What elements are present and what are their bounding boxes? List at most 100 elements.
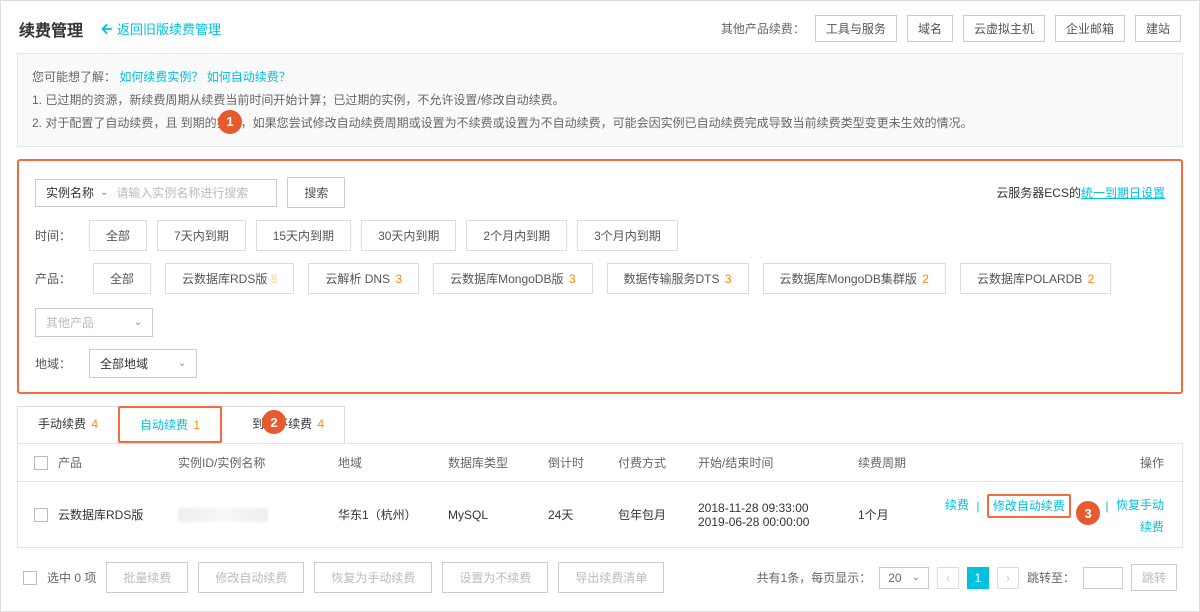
- page-header: 续费管理 返回旧版续费管理 其他产品续费： 工具与服务 域名 云虚拟主机 企业邮…: [1, 1, 1199, 53]
- cell-pay: 包年包月: [618, 506, 698, 523]
- info-line-2: 2. 对于配置了自动续费，且 到期的实例，如果您尝试修改自动续费周期或设置为不续…: [32, 112, 1168, 135]
- page-size-value: 20: [888, 571, 901, 585]
- time-filter-all[interactable]: 全部: [89, 220, 147, 251]
- region-select[interactable]: 全部地域 ⌄: [89, 349, 197, 378]
- search-type-select[interactable]: 实例名称 ⌄: [36, 184, 116, 201]
- product-filter-polardb[interactable]: 云数据库POLARDB 2: [960, 263, 1111, 294]
- time-filter-7d[interactable]: 7天内到期: [157, 220, 246, 251]
- header-right: 其他产品续费： 工具与服务 域名 云虚拟主机 企业邮箱 建站: [721, 15, 1181, 42]
- arrow-left-icon: [99, 22, 113, 36]
- pager-total: 共有1条，每页显示：: [757, 569, 872, 586]
- other-products-select[interactable]: 其他产品 ⌄: [35, 308, 153, 337]
- action-renew[interactable]: 续费: [945, 499, 969, 513]
- col-id: 实例ID/实例名称: [178, 454, 338, 471]
- chevron-down-icon: ⌄: [912, 572, 920, 583]
- table-row: 云数据库RDS版 华东1（杭州） MySQL 24天 包年包月 2018-11-…: [17, 482, 1183, 548]
- page-size-select[interactable]: 20 ⌄: [879, 567, 929, 589]
- export-list-button[interactable]: 导出续费清单: [558, 562, 664, 593]
- ecs-expire-link[interactable]: 统一到期日设置: [1081, 186, 1165, 200]
- product-filter-dts[interactable]: 数据传输服务DTS 3: [607, 263, 749, 294]
- tab-auto[interactable]: 自动续费 1: [118, 406, 222, 443]
- step-badge-3: 3: [1076, 501, 1100, 525]
- product-filter-mongodb-cluster[interactable]: 云数据库MongoDB集群版 2: [763, 263, 946, 294]
- filter-panel: 实例名称 ⌄ 搜索 云服务器ECS的统一到期日设置 时间： 全部 7天内到期 1…: [17, 159, 1183, 394]
- selected-count: 选中 0 项: [47, 569, 96, 586]
- cell-time: 2018-11-28 09:33:00 2019-06-28 00:00:00: [698, 501, 858, 529]
- ecs-link-wrap: 云服务器ECS的统一到期日设置: [996, 184, 1165, 201]
- batch-restore-manual-button[interactable]: 恢复为手动续费: [314, 562, 432, 593]
- ecs-prefix: 云服务器ECS的: [996, 186, 1081, 200]
- top-link-tools[interactable]: 工具与服务: [815, 15, 897, 42]
- top-link-mail[interactable]: 企业邮箱: [1055, 15, 1125, 42]
- row-checkbox[interactable]: [34, 508, 48, 522]
- cell-countdown: 24天: [548, 506, 618, 523]
- cell-actions: 续费 | 修改自动续费 3 | 恢复手动续费: [938, 494, 1176, 535]
- page-prev-button[interactable]: ‹: [937, 567, 959, 589]
- page-title: 续费管理: [19, 17, 83, 41]
- cell-cycle: 1个月: [858, 506, 938, 523]
- table-wrap: 产品 实例ID/实例名称 地域 数据库类型 倒计时 付费方式 开始/结束时间 续…: [17, 443, 1183, 548]
- search-wrap: 实例名称 ⌄: [35, 179, 277, 207]
- time-filter-label: 时间：: [35, 227, 79, 244]
- product-filter-label: 产品：: [35, 270, 79, 287]
- info-line-1: 1. 已过期的资源，新续费周期从续费当前时间开始计算；已过期的实例，不允许设置/…: [32, 89, 1168, 112]
- product-filter-mongodb[interactable]: 云数据库MongoDB版 3: [433, 263, 592, 294]
- page-root: 续费管理 返回旧版续费管理 其他产品续费： 工具与服务 域名 云虚拟主机 企业邮…: [0, 0, 1200, 612]
- sep-icon: |: [976, 499, 979, 513]
- back-to-old-link[interactable]: 返回旧版续费管理: [99, 19, 221, 38]
- jump-page-input[interactable]: [1083, 567, 1123, 589]
- batch-modify-auto-button[interactable]: 修改自动续费: [198, 562, 304, 593]
- back-link-label: 返回旧版续费管理: [117, 19, 221, 38]
- sep-icon: |: [1106, 499, 1109, 513]
- jump-label: 跳转至：: [1027, 569, 1075, 586]
- col-region: 地域: [338, 454, 448, 471]
- col-pay: 付费方式: [618, 454, 698, 471]
- chevron-down-icon: ⌄: [178, 358, 186, 369]
- batch-renew-button[interactable]: 批量续费: [106, 562, 188, 593]
- jump-button[interactable]: 跳转: [1131, 564, 1177, 591]
- product-filter-dns[interactable]: 云解析 DNS 3: [308, 263, 419, 294]
- col-countdown: 倒计时: [548, 454, 618, 471]
- action-modify-auto[interactable]: 修改自动续费: [987, 494, 1071, 518]
- time-filter-30d[interactable]: 30天内到期: [361, 220, 456, 251]
- page-next-button[interactable]: ›: [997, 567, 1019, 589]
- col-product: 产品: [58, 454, 178, 471]
- cell-id: [178, 508, 338, 522]
- chevron-down-icon: ⌄: [134, 317, 142, 328]
- col-time: 开始/结束时间: [698, 454, 858, 471]
- region-value: 全部地域: [100, 355, 148, 372]
- cell-region: 华东1（杭州）: [338, 506, 448, 523]
- cell-end: 2019-06-28 00:00:00: [698, 515, 858, 529]
- other-products-label: 其他产品续费：: [721, 20, 805, 37]
- cell-product: 云数据库RDS版: [58, 506, 178, 523]
- col-cycle: 续费周期: [858, 454, 938, 471]
- time-filter-3m[interactable]: 3个月内到期: [577, 220, 678, 251]
- info-link-how-renew[interactable]: 如何续费实例？: [119, 70, 203, 84]
- action-restore-manual[interactable]: 恢复手动续费: [1116, 499, 1164, 535]
- info-box: 您可能想了解： 如何续费实例？ 如何自动续费？ 1. 已过期的资源，新续费周期从…: [17, 53, 1183, 147]
- search-input[interactable]: [116, 186, 276, 200]
- col-action: 操作: [938, 454, 1176, 471]
- select-all-checkbox[interactable]: [34, 456, 48, 470]
- table-footer: 选中 0 项 批量续费 修改自动续费 恢复为手动续费 设置为不续费 导出续费清单…: [17, 548, 1183, 607]
- info-link-how-auto[interactable]: 如何自动续费？: [207, 70, 291, 84]
- info-prefix: 您可能想了解：: [32, 70, 116, 84]
- chevron-down-icon: ⌄: [100, 187, 108, 198]
- top-link-vhost[interactable]: 云虚拟主机: [963, 15, 1045, 42]
- pager: 共有1条，每页显示： 20 ⌄ ‹ 1 › 跳转至： 跳转: [757, 564, 1177, 591]
- batch-set-norenew-button[interactable]: 设置为不续费: [442, 562, 548, 593]
- time-filter-15d[interactable]: 15天内到期: [256, 220, 351, 251]
- top-link-domain[interactable]: 域名: [907, 15, 953, 42]
- search-type-label: 实例名称: [46, 184, 94, 201]
- redacted-id: [178, 508, 268, 522]
- search-button[interactable]: 搜索: [287, 177, 345, 208]
- tab-manual[interactable]: 手动续费 4: [17, 406, 119, 443]
- time-filter-2m[interactable]: 2个月内到期: [466, 220, 567, 251]
- col-dbtype: 数据库类型: [448, 454, 548, 471]
- region-filter-label: 地域：: [35, 355, 79, 372]
- product-filter-all[interactable]: 全部: [93, 263, 151, 294]
- top-link-site[interactable]: 建站: [1135, 15, 1181, 42]
- footer-checkbox[interactable]: [23, 571, 37, 585]
- product-filter-rds[interactable]: 云数据库RDS版 8: [165, 263, 294, 294]
- page-current[interactable]: 1: [967, 567, 989, 589]
